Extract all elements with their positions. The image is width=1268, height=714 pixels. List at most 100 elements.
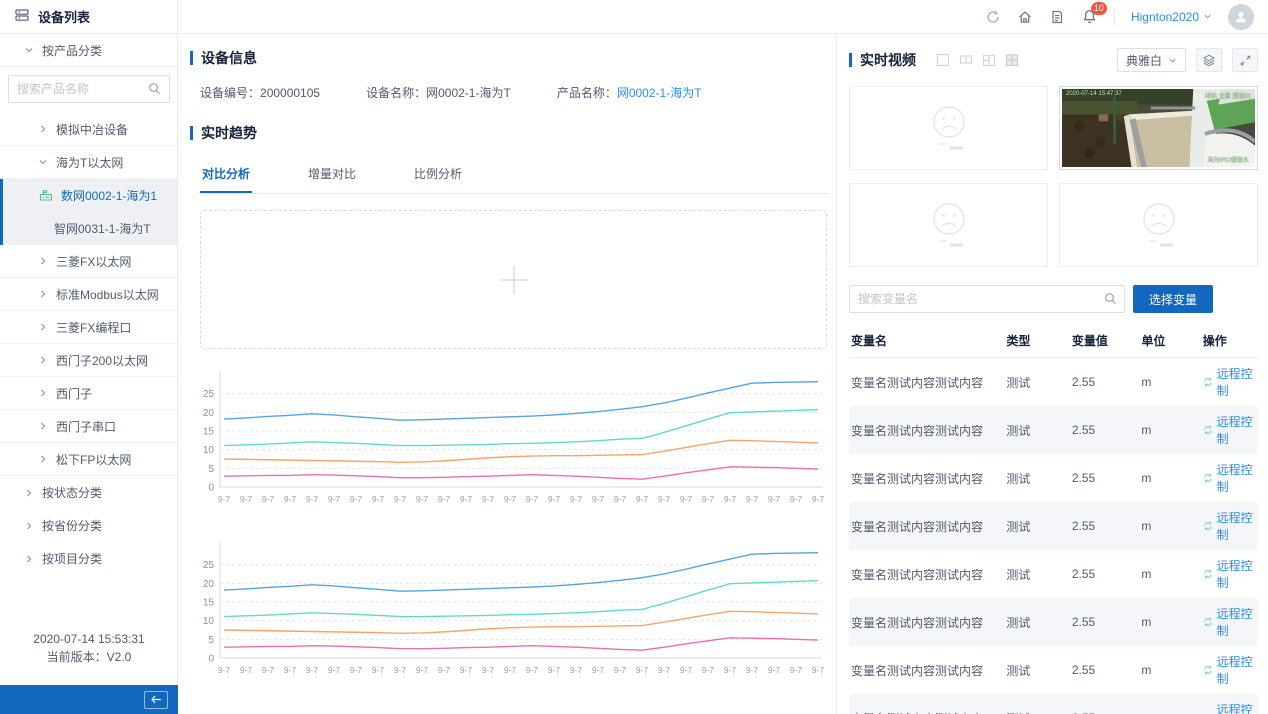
sidebar-item-7[interactable]: 西门子200以太网 — [0, 344, 177, 377]
select-variable-button[interactable]: 选择变量 — [1133, 285, 1213, 313]
remote-control-link[interactable]: 远程控制 — [1203, 605, 1256, 639]
table-row: 变量名测试内容测试内容测试2.55m远程控制 — [849, 406, 1258, 454]
svg-text:9-7: 9-7 — [746, 494, 759, 504]
cell-name: 变量名测试内容测试内容 — [849, 646, 1004, 694]
tab-0[interactable]: 对比分析 — [200, 157, 252, 193]
svg-text:9-7: 9-7 — [768, 665, 781, 675]
layout-1-icon[interactable] — [936, 53, 950, 67]
sidebar-item-5[interactable]: 标准Modbus以太网 — [0, 278, 177, 311]
remote-control-label: 远程控制 — [1217, 701, 1256, 714]
layout-2-icon[interactable] — [959, 53, 973, 67]
svg-text:0: 0 — [208, 483, 214, 494]
layout-4-icon[interactable] — [1005, 53, 1019, 67]
user-menu[interactable]: Hignton2020 — [1131, 10, 1212, 24]
document-icon[interactable] — [1049, 9, 1065, 25]
add-chart-placeholder[interactable] — [200, 210, 827, 349]
video-cell-empty-3[interactable] — [1059, 183, 1258, 267]
chevron-right-icon — [38, 355, 48, 365]
sidebar-item-label: 海为T以太网 — [56, 154, 123, 171]
video-cell-live[interactable]: 2020-07-14 15:47:37 球机 全景 通道01 海为IPC/摄像头 — [1059, 86, 1258, 170]
svg-text:25: 25 — [203, 560, 215, 571]
caret-down-icon — [1203, 12, 1212, 21]
variable-search-row: 选择变量 — [849, 285, 1258, 313]
cell-value: 2.55 — [1070, 502, 1140, 550]
sidebar-tree: 模拟中冶设备海为T以太网数网0002-1-海为1 智网0031-1-海为T 三菱FX… — [0, 113, 177, 476]
video-cell-empty-1[interactable] — [849, 86, 1048, 170]
product-search-input[interactable] — [8, 75, 170, 103]
sidebar-item-10[interactable]: 松下FP以太网 — [0, 443, 177, 476]
layout-3-icon[interactable] — [982, 53, 996, 67]
remote-control-link[interactable]: 远程控制 — [1203, 461, 1256, 495]
refresh-icon[interactable] — [985, 9, 1001, 25]
video-layout-switcher — [936, 53, 1019, 67]
remote-control-link[interactable]: 远程控制 — [1203, 413, 1256, 447]
sidebar-item-4[interactable]: 三菱FX以太网 — [0, 245, 177, 278]
svg-text:9-7: 9-7 — [394, 494, 407, 504]
fullscreen-icon[interactable] — [1232, 48, 1258, 72]
video-cell-empty-2[interactable] — [849, 183, 1048, 267]
sidebar-group-product[interactable]: 按产品分类 — [0, 34, 177, 67]
cell-value: 2.55 — [1070, 646, 1140, 694]
tab-1[interactable]: 增量对比 — [306, 157, 358, 193]
search-icon[interactable] — [1104, 292, 1117, 308]
svg-text:9-7: 9-7 — [724, 494, 737, 504]
remote-control-label: 远程控制 — [1217, 413, 1256, 447]
column-header-2: 变量值 — [1070, 325, 1140, 358]
svg-text:9-7: 9-7 — [526, 494, 539, 504]
sidebar-group-2[interactable]: 按项目分类 — [0, 542, 177, 575]
sidebar-item-9[interactable]: 西门子串口 — [0, 410, 177, 443]
cell-unit: m — [1139, 598, 1200, 646]
avatar[interactable] — [1228, 4, 1254, 30]
caret-down-icon — [1168, 56, 1177, 65]
content: 设备信息 设备编号：200000105设备名称：网0002-1-海为T产品名称：… — [178, 34, 1268, 714]
svg-text:9-7: 9-7 — [570, 494, 583, 504]
sidebar-item-1[interactable]: 海为T以太网 — [0, 146, 177, 179]
cell-name: 变量名测试内容测试内容 — [849, 454, 1004, 502]
svg-text:9-7: 9-7 — [724, 665, 737, 675]
cell-value: 2.55 — [1070, 550, 1140, 598]
remote-control-link[interactable]: 远程控制 — [1203, 509, 1256, 543]
variable-search-input[interactable] — [849, 285, 1125, 313]
sidebar: 设备列表 按产品分类 模拟中冶设备海为T以太网数网0002-1-海为1智网003… — [0, 0, 178, 714]
trend-chart-2: 05101520259-79-79-79-79-79-79-79-79-79-7… — [192, 536, 832, 688]
table-row: 变量名测试内容测试内容测试2.55m远程控制 — [849, 502, 1258, 550]
sidebar-item-3[interactable]: 智网0031-1-海为T — [0, 212, 177, 245]
sidebar-item-label: 三菱FX以太网 — [56, 253, 131, 270]
cell-action: 远程控制 — [1201, 406, 1258, 454]
sidebar-group-1[interactable]: 按省份分类 — [0, 509, 177, 542]
remote-control-link[interactable]: 远程控制 — [1203, 557, 1256, 591]
cell-type: 测试 — [1004, 646, 1069, 694]
remote-control-link[interactable]: 远程控制 — [1203, 365, 1256, 399]
cell-unit: m — [1139, 358, 1200, 407]
svg-text:10: 10 — [203, 616, 215, 627]
no-video-placeholder-icon — [917, 197, 981, 253]
collapse-sidebar-icon[interactable] — [144, 691, 168, 709]
video-header: 实时视频 — [849, 48, 1258, 72]
tab-2[interactable]: 比例分析 — [412, 157, 464, 193]
svg-text:9-7: 9-7 — [504, 494, 517, 504]
device-info-fields: 设备编号：200000105设备名称：网0002-1-海为T产品名称：网0002… — [200, 84, 828, 101]
sidebar-item-6[interactable]: 三菱FX编程口 — [0, 311, 177, 344]
video-theme-select[interactable]: 典雅白 — [1117, 48, 1186, 72]
search-icon[interactable] — [148, 82, 161, 98]
svg-text:9-7: 9-7 — [680, 665, 693, 675]
svg-text:9-7: 9-7 — [592, 494, 605, 504]
sidebar-group-0[interactable]: 按状态分类 — [0, 476, 177, 509]
device-field-value[interactable]: 网0002-1-海为T — [617, 86, 702, 100]
sidebar-item-0[interactable]: 模拟中冶设备 — [0, 113, 177, 146]
remote-control-link[interactable]: 远程控制 — [1203, 653, 1256, 687]
remote-control-link[interactable]: 远程控制 — [1203, 701, 1256, 714]
sidebar-item-2[interactable]: 数网0002-1-海为1 — [0, 179, 177, 212]
svg-text:9-7: 9-7 — [460, 494, 473, 504]
cell-value: 2.55 — [1070, 598, 1140, 646]
sidebar-item-8[interactable]: 西门子 — [0, 377, 177, 410]
sidebar-timestamp: 2020-07-14 15:53:31 — [0, 630, 178, 648]
layers-icon[interactable] — [1196, 48, 1222, 72]
svg-text:9-7: 9-7 — [658, 494, 671, 504]
home-icon[interactable] — [1017, 9, 1033, 25]
sidebar-item-label: 西门子 — [56, 385, 92, 402]
notification-bell-icon[interactable]: 10 — [1081, 8, 1098, 25]
sidebar-item-label: 智网0031-1-海为T — [54, 220, 151, 237]
chevron-right-icon — [24, 554, 34, 564]
table-row: 变量名测试内容测试内容测试2.55m远程控制 — [849, 694, 1258, 714]
